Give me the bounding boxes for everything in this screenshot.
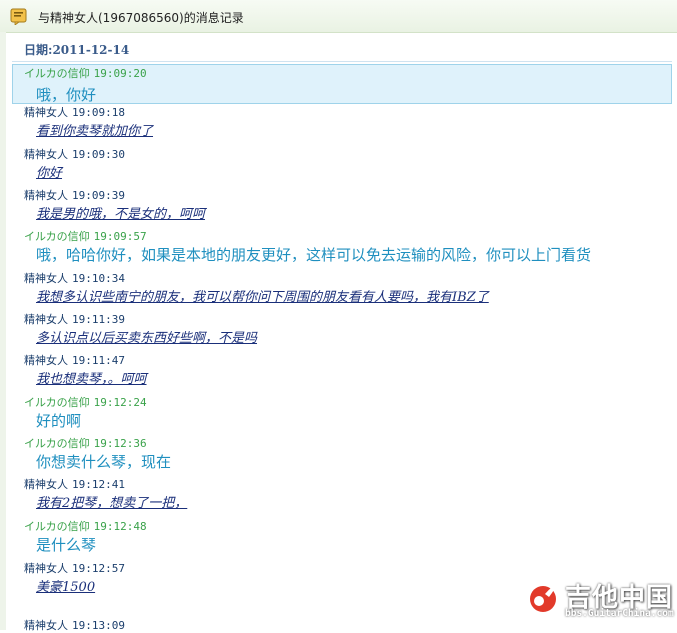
message-time: 19:12:48 bbox=[93, 520, 147, 533]
message-text: 是什么琴 bbox=[36, 536, 97, 554]
message-header: イルカの信仰 19:09:20 bbox=[24, 65, 147, 81]
message-text: 我也想卖琴，。呵呵 bbox=[36, 372, 147, 387]
message-item[interactable]: イルカの信仰 19:12:24 好的啊 bbox=[12, 394, 672, 435]
message-text: 我有2把琴，想卖了一把， bbox=[36, 496, 188, 511]
message-text: 看到你卖琴就加你了 bbox=[36, 124, 154, 139]
sender-name: 精神女人 bbox=[24, 562, 68, 575]
sender-name: イルカの信仰 bbox=[24, 396, 90, 409]
sender-name: イルカの信仰 bbox=[24, 67, 90, 80]
message-time: 19:09:57 bbox=[93, 230, 147, 243]
message-text: 我是男的哦，不是女的，呵呵 bbox=[36, 207, 206, 222]
message-text: 你想卖什么琴，现在 bbox=[36, 453, 172, 471]
message-item[interactable]: 精神女人 19:10:34 我想多认识些南宁的朋友，我可以帮你问下周围的朋友看有人… bbox=[12, 270, 672, 311]
message-text: 我想多认识些南宁的朋友，我可以帮你问下周围的朋友看有人要吗，我有IBZ了 bbox=[36, 290, 489, 305]
message-time: 19:12:57 bbox=[72, 562, 125, 575]
sender-name: イルカの信仰 bbox=[24, 437, 90, 450]
message-header: 精神女人 19:09:30 bbox=[24, 146, 125, 162]
watermark-url: bbs.GuitarChina.com bbox=[565, 608, 674, 619]
message-text: 美豪1500 bbox=[36, 580, 96, 595]
message-header: 精神女人 19:12:57 bbox=[24, 560, 125, 576]
message-text: 哦，哈哈你好，如果是本地的朋友更好，这样可以免去运输的风险，你可以上门看货 bbox=[36, 246, 592, 264]
message-item[interactable]: 精神女人 19:09:39 我是男的哦，不是女的，呵呵 bbox=[12, 187, 672, 228]
message-log[interactable]: イルカの信仰 19:09:20 哦，你好 精神女人 19:09:18 看到你卖琴就加… bbox=[0, 0, 677, 633]
message-header: 精神女人 19:09:39 bbox=[24, 187, 125, 203]
message-item[interactable]: 精神女人 19:09:18 看到你卖琴就加你了 bbox=[12, 104, 672, 146]
message-header: 精神女人 19:09:18 bbox=[24, 104, 125, 120]
message-time: 19:09:18 bbox=[72, 106, 125, 119]
message-time: 19:11:47 bbox=[72, 354, 125, 367]
message-item[interactable]: 精神女人 19:11:47 我也想卖琴，。呵呵 bbox=[12, 352, 672, 394]
message-text: 好的啊 bbox=[36, 412, 82, 430]
message-time: 19:09:30 bbox=[72, 148, 125, 161]
message-header: 精神女人 19:10:34 bbox=[24, 270, 125, 286]
sender-name: 精神女人 bbox=[24, 313, 68, 326]
message-header: イルカの信仰 19:12:36 bbox=[24, 435, 147, 451]
message-item[interactable]: 精神女人 19:11:39 多认识点以后买卖东西好些啊，不是吗 bbox=[12, 311, 672, 352]
message-header: 精神女人 19:12:41 bbox=[24, 476, 125, 492]
message-header: 精神女人 19:11:47 bbox=[24, 352, 125, 368]
message-header: イルカの信仰 19:12:24 bbox=[24, 394, 147, 410]
sender-name: 精神女人 bbox=[24, 148, 68, 161]
message-header: イルカの信仰 19:12:48 bbox=[24, 518, 147, 534]
message-item[interactable]: イルカの信仰 19:12:36 你想卖什么琴，现在 bbox=[12, 435, 672, 476]
message-text: 哦，你好 bbox=[36, 86, 97, 104]
sender-name: 精神女人 bbox=[24, 272, 68, 285]
message-time: 19:12:24 bbox=[93, 396, 147, 409]
site-watermark: 吉他中国 bbs.GuitarChina.com bbox=[525, 575, 675, 625]
message-item[interactable]: 精神女人 19:09:30 你好 bbox=[12, 146, 672, 187]
message-time: 19:09:20 bbox=[93, 67, 147, 80]
message-item[interactable]: 精神女人 19:12:41 我有2把琴，想卖了一把， bbox=[12, 476, 672, 518]
message-time: 19:12:36 bbox=[93, 437, 147, 450]
message-time: 19:11:39 bbox=[72, 313, 125, 326]
sender-name: 精神女人 bbox=[24, 106, 68, 119]
message-header: 精神女人 19:13:09 bbox=[24, 617, 125, 633]
message-time: 19:12:41 bbox=[72, 478, 125, 491]
sender-name: 精神女人 bbox=[24, 354, 68, 367]
sender-name: 精神女人 bbox=[24, 619, 68, 632]
message-item[interactable]: イルカの信仰 19:12:48 是什么琴 bbox=[12, 518, 672, 560]
message-header: 精神女人 19:11:39 bbox=[24, 311, 125, 327]
message-item[interactable]: イルカの信仰 19:09:57 哦，哈哈你好，如果是本地的朋友更好，这样可以免去运… bbox=[12, 228, 672, 270]
guitar-logo-icon bbox=[530, 583, 558, 612]
message-item-selected[interactable]: イルカの信仰 19:09:20 哦，你好 bbox=[12, 64, 672, 104]
message-text: 你好 bbox=[36, 166, 63, 181]
sender-name: 精神女人 bbox=[24, 189, 68, 202]
message-time: 19:09:39 bbox=[72, 189, 125, 202]
message-time: 19:10:34 bbox=[72, 272, 125, 285]
message-text: 多认识点以后买卖东西好些啊，不是吗 bbox=[36, 331, 258, 346]
sender-name: イルカの信仰 bbox=[24, 520, 90, 533]
sender-name: 精神女人 bbox=[24, 478, 68, 491]
sender-name: イルカの信仰 bbox=[24, 230, 90, 243]
message-time: 19:13:09 bbox=[72, 619, 125, 632]
message-header: イルカの信仰 19:09:57 bbox=[24, 228, 147, 244]
